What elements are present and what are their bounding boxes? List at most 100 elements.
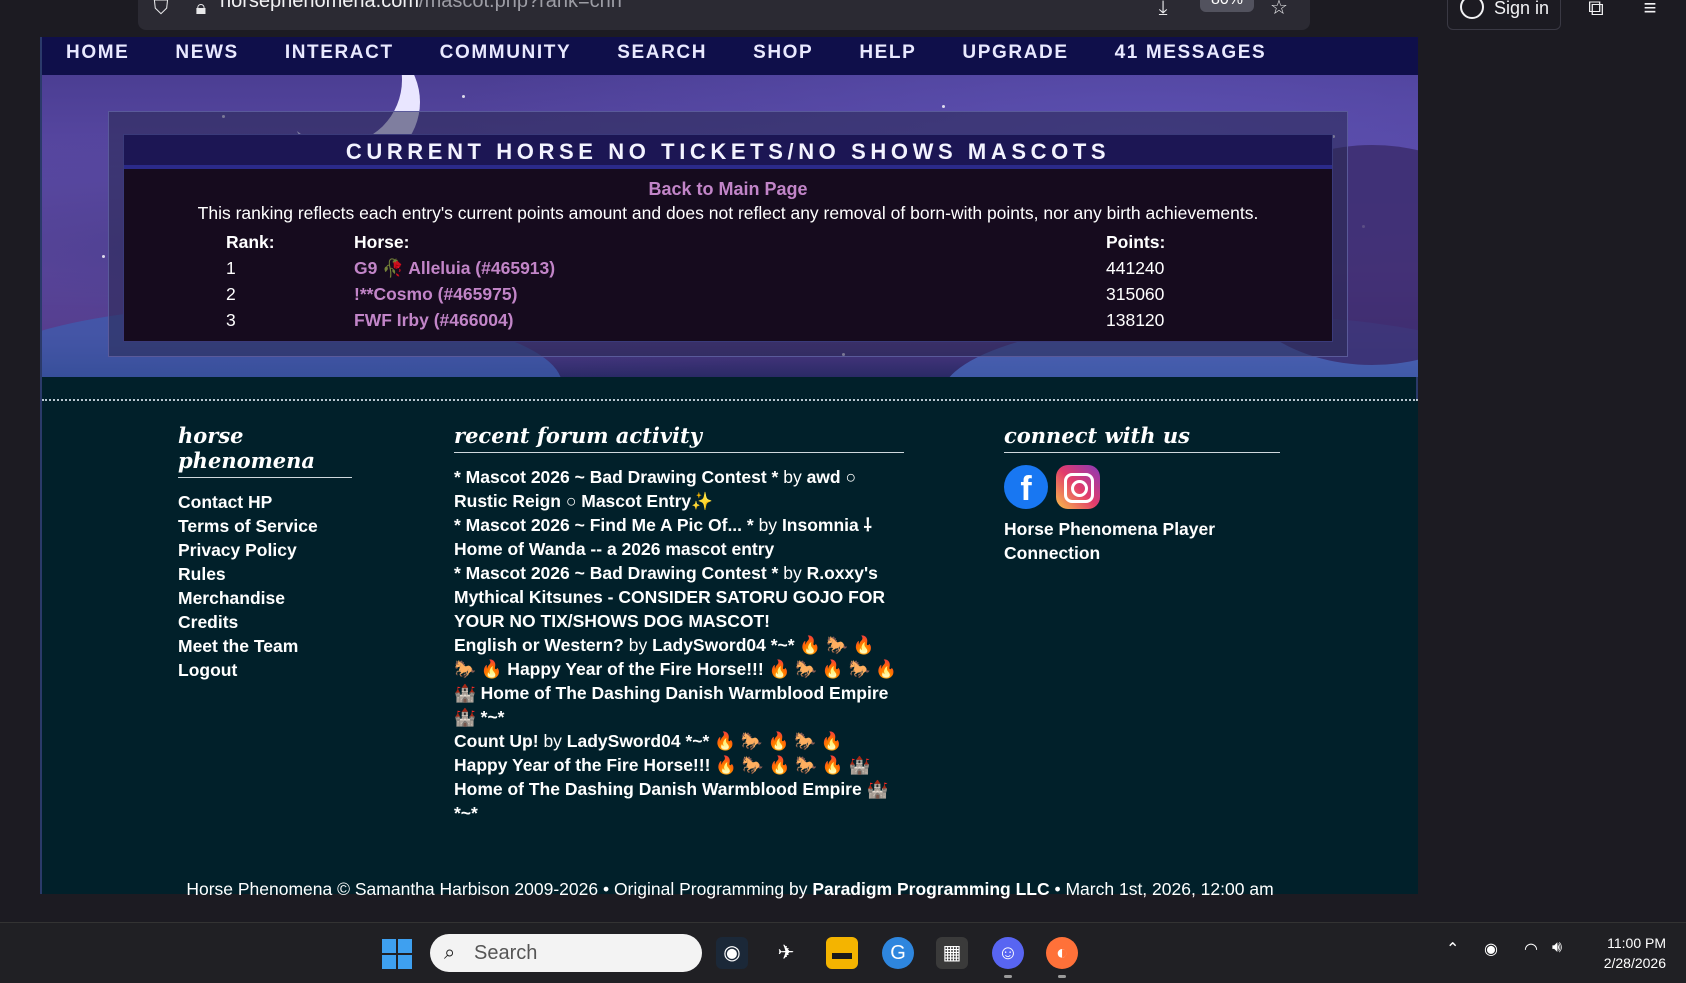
sync-app-icon[interactable]: G [882, 937, 914, 969]
meet-team-link[interactable]: Meet the Team [178, 634, 352, 658]
player-connection-link[interactable]: Horse Phenomena Player Connection [1004, 517, 1264, 565]
browser-toolbar: ⛉ 🔒︎ horsephenomena.com/mascot.php?rank=… [0, 0, 1686, 37]
nav-news[interactable]: NEWS [175, 37, 238, 75]
footer-heading: horse phenomena [178, 423, 352, 478]
running-indicator [1058, 975, 1066, 978]
horse-link[interactable]: FWF Irby (#466004) [354, 310, 514, 331]
url-text[interactable]: horsephenomena.com/mascot.php?rank=chn [220, 0, 622, 13]
nav-interact[interactable]: INTERACT [285, 37, 394, 75]
horse-link[interactable]: G9 🥀 Alleluia (#465913) [354, 258, 555, 279]
forum-item: * Mascot 2026 ~ Bad Drawing Contest * by… [454, 467, 857, 511]
rank-cell: 3 [226, 310, 236, 330]
copyright-line: Horse Phenomena © Samantha Harbison 2009… [186, 879, 1274, 899]
forum-topic-link[interactable]: Count Up! [454, 731, 539, 751]
forum-topic-link[interactable]: * Mascot 2026 ~ Find Me A Pic Of... * [454, 515, 754, 535]
windows-start-icon[interactable] [382, 939, 412, 969]
shield-icon[interactable]: ⛉ [150, 0, 172, 18]
forum-topic-link[interactable]: * Mascot 2026 ~ Bad Drawing Contest * [454, 563, 778, 583]
forum-activity-column: recent forum activity * Mascot 2026 ~ Ba… [454, 423, 904, 825]
search-icon: ⌕ [444, 942, 456, 964]
star [462, 95, 465, 98]
points-cell: 441240 [1106, 258, 1165, 278]
forum-topic-link[interactable]: English or Western? [454, 635, 624, 655]
sync-tray-icon[interactable]: ◉ [1484, 939, 1498, 959]
footer-links-column: horse phenomena Contact HP Terms of Serv… [178, 423, 352, 682]
forum-item: Count Up! by LadySword04 *~* 🔥 🐎 🔥 🐎 🔥 H… [454, 731, 889, 823]
forum-topic-link[interactable]: * Mascot 2026 ~ Bad Drawing Contest * [454, 467, 778, 487]
footer-heading: recent forum activity [454, 423, 904, 453]
table-header-row: Rank: Horse: Points: [124, 232, 1334, 258]
merchandise-link[interactable]: Merchandise [178, 586, 352, 610]
running-indicator [1004, 975, 1012, 978]
nav-shop[interactable]: SHOP [753, 37, 813, 75]
star [102, 255, 105, 258]
terms-link[interactable]: Terms of Service [178, 514, 352, 538]
volume-icon[interactable]: 🔊︎ [1552, 939, 1562, 957]
forum-item: * Mascot 2026 ~ Find Me A Pic Of... * by… [454, 515, 872, 559]
lock-icon[interactable]: 🔒︎ [190, 0, 212, 18]
calculator-icon[interactable]: ▦ [936, 937, 968, 969]
table-row: 1 G9 🥀 Alleluia (#465913) 441240 [124, 258, 1334, 284]
steam-icon[interactable]: ◉ [716, 937, 748, 969]
mascot-ranking-frame: CURRENT HORSE NO TICKETS/NO SHOWS MASCOT… [108, 111, 1348, 357]
privacy-link[interactable]: Privacy Policy [178, 538, 352, 562]
download-page-icon[interactable]: ⤓ [1152, 0, 1174, 18]
address-bar[interactable]: ⛉ 🔒︎ horsephenomena.com/mascot.php?rank=… [138, 0, 1310, 30]
nav-community[interactable]: COMMUNITY [440, 37, 572, 75]
mascot-ranking-panel: CURRENT HORSE NO TICKETS/NO SHOWS MASCOT… [123, 134, 1333, 342]
star [942, 105, 945, 108]
site-container: HOME NEWS INTERACT COMMUNITY SEARCH SHOP… [40, 37, 1418, 899]
nav-messages[interactable]: 41 MESSAGES [1115, 37, 1267, 75]
app-icon[interactable]: ✈ [770, 937, 802, 969]
extensions-icon[interactable]: ⧉ [1582, 0, 1610, 22]
instagram-icon[interactable] [1056, 465, 1100, 509]
table-row: 2 !**Cosmo (#465975) 315060 [124, 284, 1334, 310]
nav-upgrade[interactable]: UPGRADE [962, 37, 1068, 75]
logout-link[interactable]: Logout [178, 658, 352, 682]
file-explorer-icon[interactable]: ▬ [826, 937, 858, 969]
nav-search[interactable]: SEARCH [617, 37, 707, 75]
back-to-main-link[interactable]: Back to Main Page [124, 179, 1332, 200]
site-footer: horse phenomena Contact HP Terms of Serv… [42, 401, 1418, 899]
connect-column: connect with us f Horse Phenomena Player… [1004, 423, 1280, 565]
ranking-table: Rank: Horse: Points: 1 G9 🥀 Alleluia (#4… [124, 232, 1334, 336]
clock-date: 2/28/2026 [1603, 955, 1666, 971]
menu-icon[interactable]: ≡ [1636, 0, 1664, 22]
page-viewport: HOME NEWS INTERACT COMMUNITY SEARCH SHOP… [0, 37, 1686, 922]
contact-link[interactable]: Contact HP [178, 490, 352, 514]
sign-in-button[interactable]: Sign in [1447, 0, 1561, 30]
taskbar-search-box[interactable]: ⌕ Search [430, 934, 702, 972]
forum-activity-list: * Mascot 2026 ~ Bad Drawing Contest * by… [454, 465, 900, 825]
credits-link[interactable]: Credits [178, 610, 352, 634]
rank-cell: 2 [226, 284, 236, 304]
points-cell: 315060 [1106, 284, 1165, 304]
social-icons: f [1004, 465, 1280, 509]
nav-home[interactable]: HOME [66, 37, 129, 75]
account-icon [1460, 0, 1484, 19]
page-title: CURRENT HORSE NO TICKETS/NO SHOWS MASCOT… [124, 135, 1332, 169]
rank-header: Rank: [226, 232, 275, 252]
forum-item: * Mascot 2026 ~ Bad Drawing Contest * by… [454, 563, 886, 631]
points-cell: 138120 [1106, 310, 1165, 330]
system-clock[interactable]: 11:00 PM 2/28/2026 [1592, 933, 1666, 973]
forum-item: English or Western? by LadySword04 *~* 🔥… [454, 635, 897, 727]
clock-time: 11:00 PM [1607, 935, 1666, 951]
facebook-icon[interactable]: f [1004, 465, 1048, 509]
rules-link[interactable]: Rules [178, 562, 352, 586]
paradigm-link[interactable]: Paradigm Programming LLC [812, 879, 1049, 899]
star-bookmark-icon[interactable]: ☆ [1268, 0, 1290, 18]
main-nav: HOME NEWS INTERACT COMMUNITY SEARCH SHOP… [42, 37, 1418, 75]
night-sky-banner: CURRENT HORSE NO TICKETS/NO SHOWS MASCOT… [42, 75, 1418, 377]
zoom-level-badge[interactable]: 80% [1200, 0, 1254, 12]
horse-header: Horse: [354, 232, 410, 252]
wifi-icon[interactable]: ◠ [1524, 939, 1538, 959]
rank-cell: 1 [226, 258, 236, 278]
discord-icon[interactable]: ☺ [992, 937, 1024, 969]
chevron-up-icon[interactable]: ⌃ [1446, 939, 1459, 959]
nav-help[interactable]: HELP [859, 37, 916, 75]
table-row: 3 FWF Irby (#466004) 138120 [124, 310, 1334, 336]
firefox-icon[interactable]: ◐ [1046, 937, 1078, 969]
footer-heading: connect with us [1004, 423, 1280, 453]
horse-link[interactable]: !**Cosmo (#465975) [354, 284, 517, 305]
ranking-description: This ranking reflects each entry's curre… [197, 203, 1259, 223]
